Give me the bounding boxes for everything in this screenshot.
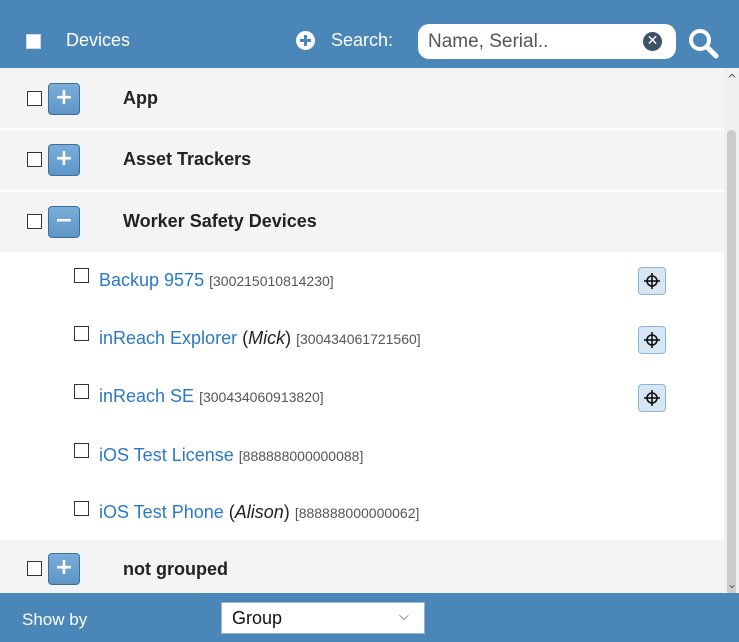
device-name[interactable]: Backup 9575: [99, 270, 204, 290]
show-by-label: Show by: [22, 610, 88, 629]
scroll-up-arrow-icon[interactable]: ^: [727, 72, 737, 86]
device-name[interactable]: inReach Explorer: [99, 328, 237, 348]
device-link[interactable]: Backup 9575 [300215010814230]: [99, 270, 334, 291]
group-row-asset-trackers: + Asset Trackers: [0, 130, 724, 190]
add-device-icon[interactable]: [296, 31, 315, 50]
group-row-app: + App: [0, 68, 724, 128]
search-icon[interactable]: [686, 26, 720, 60]
chevron-down-icon: ⌵: [399, 609, 409, 624]
device-checkbox[interactable]: [74, 443, 89, 458]
devices-header: Devices Search: ✕: [0, 0, 739, 68]
group-label[interactable]: not grouped: [123, 559, 228, 580]
scroll-down-arrow-icon[interactable]: ⌄: [727, 577, 737, 591]
device-name[interactable]: inReach SE: [99, 386, 194, 406]
locate-device-button[interactable]: [638, 326, 666, 354]
crosshair-icon: [644, 273, 660, 289]
collapse-group-button[interactable]: −: [48, 206, 80, 238]
expand-group-button[interactable]: +: [48, 553, 80, 585]
clear-search-icon[interactable]: ✕: [643, 32, 662, 51]
device-link[interactable]: inReach SE [300434060913820]: [99, 386, 324, 407]
device-row: inReach Explorer (Mick) [300434061721560…: [0, 310, 724, 368]
panel-title: Devices: [66, 30, 131, 50]
expand-group-button[interactable]: +: [48, 83, 80, 115]
search-box: ✕: [418, 24, 676, 59]
device-serial: [888888000000062]: [294, 505, 420, 521]
devices-panel: Devices Search: ✕ + App + Asset Trackers…: [0, 0, 739, 642]
select-all-checkbox[interactable]: [26, 34, 41, 49]
group-label[interactable]: Worker Safety Devices: [123, 211, 317, 232]
device-row: inReach SE [300434060913820]: [0, 368, 724, 426]
device-link[interactable]: iOS Test License [888888000000088]: [99, 445, 363, 466]
crosshair-icon: [644, 390, 660, 406]
vertical-scrollbar[interactable]: ^ ⌄: [724, 68, 739, 628]
device-checkbox[interactable]: [74, 326, 89, 341]
locate-device-button[interactable]: [638, 384, 666, 412]
devices-footer: Show by Group ⌵: [0, 593, 739, 642]
search-input[interactable]: [428, 30, 633, 54]
device-checkbox[interactable]: [74, 268, 89, 283]
device-row: Backup 9575 [300215010814230]: [0, 252, 724, 310]
scrollbar-thumb[interactable]: [727, 130, 736, 628]
group-checkbox[interactable]: [27, 91, 42, 106]
locate-device-button[interactable]: [638, 267, 666, 295]
device-serial: [300434061721560]: [296, 331, 421, 347]
group-row-not-grouped: + not grouped: [0, 540, 724, 593]
device-link[interactable]: inReach Explorer (Mick) [300434061721560…: [99, 328, 421, 349]
device-checkbox[interactable]: [74, 384, 89, 399]
group-checkbox[interactable]: [27, 152, 42, 167]
device-name[interactable]: iOS Test License: [99, 445, 234, 465]
device-serial: [300215010814230]: [209, 273, 334, 289]
group-checkbox[interactable]: [27, 214, 42, 229]
device-serial: [888888000000088]: [238, 448, 364, 464]
search-label: Search:: [331, 30, 394, 50]
show-by-select[interactable]: Group ⌵: [221, 602, 425, 634]
show-by-value: Group: [232, 608, 283, 628]
crosshair-icon: [644, 332, 660, 348]
group-checkbox[interactable]: [27, 561, 42, 576]
group-label[interactable]: Asset Trackers: [123, 149, 251, 170]
group-row-worker-safety-devices: − Worker Safety Devices: [0, 192, 724, 252]
device-name[interactable]: iOS Test Phone: [99, 502, 224, 522]
group-label[interactable]: App: [123, 88, 158, 109]
device-link[interactable]: iOS Test Phone (Alison) [888888000000062…: [99, 502, 419, 523]
device-row: iOS Test Phone (Alison) [888888000000062…: [0, 484, 724, 542]
device-serial: [300434060913820]: [199, 389, 324, 405]
device-user: Mick: [248, 328, 286, 348]
expand-group-button[interactable]: +: [48, 144, 80, 176]
device-checkbox[interactable]: [74, 501, 89, 516]
device-user: Alison: [234, 502, 284, 522]
device-row: iOS Test License [888888000000088]: [0, 426, 724, 484]
